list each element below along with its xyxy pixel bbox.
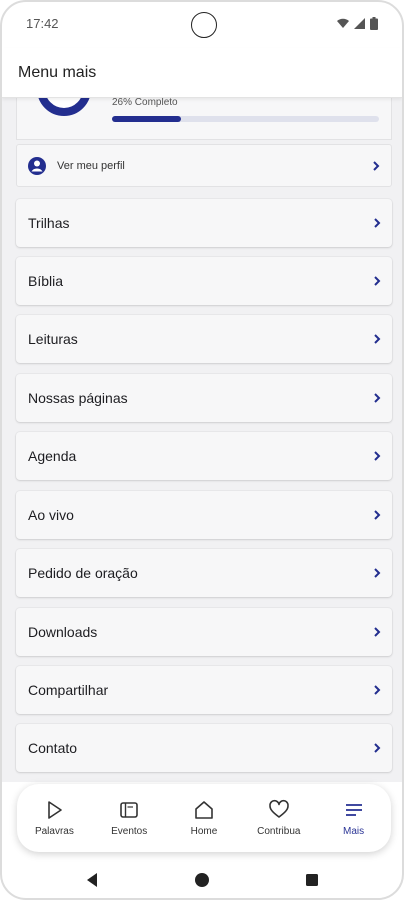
progress-bar [112,116,379,122]
nav-item-eventos[interactable]: Eventos [95,799,163,837]
progress-card: 26% Completo [16,98,392,140]
menu-item-label: Ao vivo [28,507,74,523]
menu-item-label: Agenda [28,448,77,464]
progress-label: 26% Completo [112,98,178,108]
system-navigation-bar [2,858,402,898]
menu-content[interactable]: 26% Completo Ver meu perfil Trilhas Bíbl… [2,98,402,782]
status-time: 17:42 [26,15,59,31]
battery-icon [370,16,378,30]
chevron-right-icon [374,218,381,228]
chevron-right-icon [374,451,381,461]
menu-item-compartilhar[interactable]: Compartilhar [16,666,392,714]
menu-item-agenda[interactable]: Agenda [16,432,392,480]
status-icons [337,16,378,30]
menu-item-nossas-paginas[interactable]: Nossas páginas [16,374,392,422]
menu-item-label: Trilhas [28,215,70,231]
chevron-right-icon [373,160,380,171]
menu-item-downloads[interactable]: Downloads [16,608,392,656]
bottom-navigation: Palavras Eventos Home Contribua Mais [17,784,391,852]
menu-item-label: Leituras [28,331,78,347]
view-profile-label: Ver meu perfil [57,159,125,172]
menu-item-label: Compartilhar [28,682,109,698]
wifi-icon [337,18,349,28]
menu-item-label: Downloads [28,624,98,640]
menu-item-label: Nossas páginas [28,390,128,406]
nav-item-label: Eventos [111,826,148,837]
heart-icon [268,799,289,818]
person-icon [28,156,46,175]
menu-item-label: Bíblia [28,273,64,289]
home-circle-icon[interactable] [194,872,210,888]
nav-item-label: Home [190,826,218,837]
nav-item-home[interactable]: Home [170,799,238,837]
chevron-right-icon [374,685,381,695]
back-icon[interactable] [85,872,99,888]
menu-item-biblia[interactable]: Bíblia [16,257,392,305]
nav-item-label: Contribua [257,826,301,837]
chevron-right-icon [374,334,381,344]
chevron-right-icon [374,393,381,403]
signal-icon [354,17,365,29]
menu-item-contato[interactable]: Contato [16,724,392,772]
menu-item-ao-vivo[interactable]: Ao vivo [16,491,392,539]
avatar [37,98,91,116]
play-icon [48,801,63,819]
progress-bar-fill [112,116,182,122]
nav-item-label: Palavras [34,826,74,837]
camera-cutout [191,12,217,38]
menu-item-pedido-de-oracao[interactable]: Pedido de oração [16,549,392,597]
nav-item-label: Mais [343,826,365,837]
home-icon [195,801,213,819]
phone-frame: 17:42 Menu mais 26% Completo Ver meu per… [0,0,404,900]
menu-item-label: Contato [28,740,78,756]
menu-item-trilhas[interactable]: Trilhas [16,199,392,247]
chevron-right-icon [374,627,381,637]
calendar-icon [120,802,138,818]
app-header: Menu mais [2,48,402,98]
menu-item-leituras[interactable]: Leituras [16,315,392,363]
recents-icon[interactable] [305,873,319,887]
menu-icon [345,804,362,816]
chevron-right-icon [374,276,381,286]
chevron-right-icon [374,568,381,578]
chevron-right-icon [374,510,381,520]
view-profile-link[interactable]: Ver meu perfil [16,144,392,187]
page-title: Menu mais [18,63,97,81]
nav-item-mais[interactable]: Mais [320,799,388,837]
chevron-right-icon [374,743,381,753]
nav-item-palavras[interactable]: Palavras [20,799,88,837]
nav-item-contribua[interactable]: Contribua [245,799,313,837]
menu-item-label: Pedido de oração [28,565,138,581]
